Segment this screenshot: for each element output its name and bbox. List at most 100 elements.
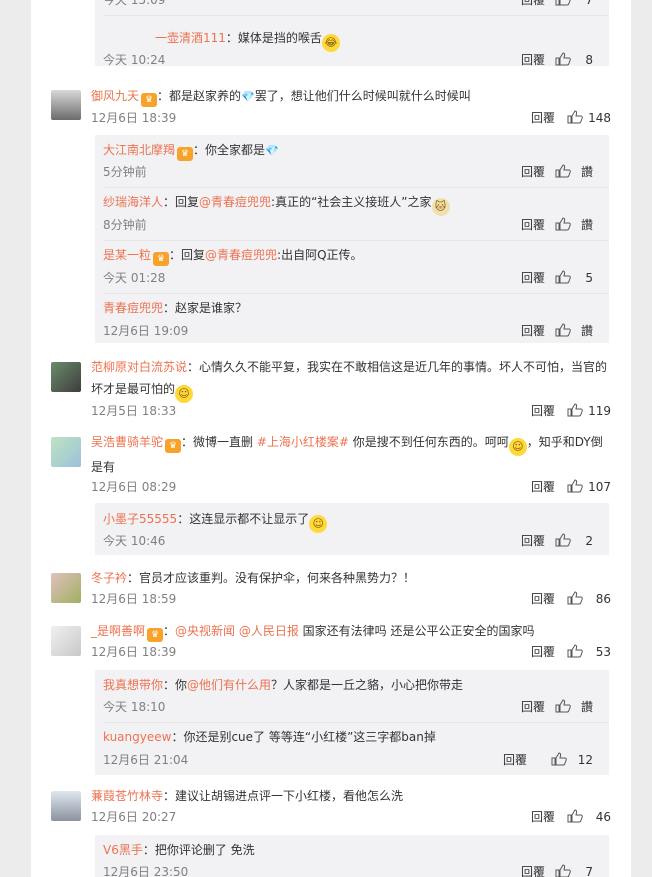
comment-text: 吴浩曹骑羊驼 ♛ ：微博一直删 #上海小红楼案# 你是搜不到任何东西的。呵呵 ☺ ，知乎…	[91, 431, 613, 478]
reply-text: 大江南北摩羯 ♛ ：你全家都是💎	[103, 139, 593, 162]
comment-username[interactable]: 吴浩曹骑羊驼	[91, 435, 163, 449]
reply-username[interactable]: 我真想带你	[103, 678, 163, 692]
reply-prefix: ：你	[163, 678, 188, 692]
comment-username[interactable]: 范柳原对白流苏说	[91, 360, 187, 374]
reply-button[interactable]: 回覆	[521, 216, 545, 234]
comment-content: ：都是赵家养的	[157, 89, 242, 103]
comment-meta: 12月6日 21:04 回覆 12	[103, 751, 593, 769]
like-count: 119	[588, 404, 611, 418]
reply-button[interactable]: 回覆	[531, 808, 555, 826]
reply-username[interactable]: 青春痘兜兜	[103, 301, 163, 315]
comment-time: 12月6日 08:29	[91, 480, 177, 494]
comment-time: 今天 01:28	[103, 271, 166, 285]
avatar[interactable]	[51, 90, 81, 120]
thumbs-up-icon	[555, 217, 571, 231]
reply-button[interactable]: 回覆	[521, 322, 545, 340]
reply-button[interactable]: 回覆	[521, 0, 545, 9]
comment-time: 12月6日 19:09	[103, 324, 189, 338]
vip-badge-icon: ♛	[147, 628, 164, 642]
comment-time: 5分钟前	[103, 165, 147, 179]
comment-username[interactable]: _是啊善啊	[91, 624, 145, 638]
reply-content: ？人家都是一丘之貉，小心把你带走	[271, 678, 464, 692]
reply-content: ：赵家是谁家？	[163, 301, 248, 315]
comment-username[interactable]: 御风九天	[91, 89, 139, 103]
reply-button[interactable]: 回覆	[521, 51, 545, 69]
comment-meta: 12月6日 20:27 回覆 46	[91, 808, 611, 826]
avatar[interactable]	[51, 573, 81, 603]
reply-button[interactable]: 回覆	[521, 269, 545, 287]
like-count: 46	[595, 810, 611, 824]
like-count: 86	[595, 592, 611, 606]
comment-meta: 12月6日 08:29 回覆 107	[91, 478, 611, 496]
comment-time: 12月6日 18:39	[91, 111, 177, 125]
reply-button[interactable]: 回覆	[531, 402, 555, 420]
reply-block: 大江南北摩羯 ♛ ：你全家都是💎 5分钟前 回覆 讚 纱瑞海洋人：回复@青春痘兜兜:…	[95, 135, 609, 343]
comment-content: ：官员才应该重判。没有保护伞，何来各种黑势力？！	[127, 571, 416, 585]
reply-button[interactable]: 回覆	[531, 590, 555, 608]
topic-link[interactable]: #上海小红楼案#	[257, 435, 349, 449]
smile-emoji-icon: ☺	[309, 515, 328, 533]
cat-emoji-icon: 🐱	[431, 198, 450, 216]
comment-time: 12月6日 23:50	[103, 865, 189, 877]
thumbs-up-icon	[555, 699, 571, 713]
thumbs-up-icon	[567, 479, 583, 493]
reply-button[interactable]: 回覆	[531, 478, 555, 496]
reply-content: ：把你评论删了 免洗	[142, 843, 255, 857]
comment-text: 蒹葭苍竹林寺：建议让胡锡进点评一下小红楼，看他怎么洗	[91, 785, 613, 807]
comment-time: 今天 10:24	[103, 53, 166, 67]
comment-time: 今天 10:46	[103, 534, 166, 548]
reply-button[interactable]: 回覆	[531, 643, 555, 661]
comment-time: 今天 18:10	[103, 700, 166, 714]
mention-link[interactable]: @青春痘兜兜	[205, 248, 277, 262]
like-count: 讚	[580, 700, 593, 714]
reply-username[interactable]: kuangyeew	[103, 730, 171, 744]
like-count: 讚	[580, 218, 593, 232]
reply-button[interactable]: 回覆	[521, 863, 545, 877]
comment-prefix: ：	[163, 624, 176, 638]
comment-text: 冬子衿：官员才应该重判。没有保护伞，何来各种黑势力？！	[91, 567, 613, 589]
avatar[interactable]	[51, 362, 81, 392]
reply-username[interactable]: 纱瑞海洋人	[103, 195, 163, 209]
comment-time: 12月6日 18:39	[91, 645, 177, 659]
avatar[interactable]	[51, 791, 81, 821]
mention-link[interactable]: @他们有什么用	[187, 678, 271, 692]
reply-content: :出自阿Q正传。	[277, 248, 363, 262]
reply-button[interactable]: 回覆	[521, 532, 545, 550]
comment-text: 御风九天 ♛ ：都是赵家养的💎罢了，想让他们什么时候叫就什么时候叫	[91, 85, 613, 108]
reply-username[interactable]: 大江南北摩羯	[103, 143, 175, 157]
reply-username[interactable]: 小墨子55555	[103, 512, 177, 526]
comment-meta: 8分钟前 回覆 讚	[103, 216, 593, 234]
diamond-emoji-icon: 💎	[241, 90, 255, 103]
reply-button[interactable]: 回覆	[521, 163, 545, 181]
thumbs-up-icon	[567, 110, 583, 124]
smile-emoji-icon: ☺	[508, 438, 527, 456]
like-count: 8	[585, 53, 593, 67]
reply-username[interactable]: V6黑手	[103, 843, 143, 857]
reply-text: 一壶清酒111：媒体是挡的喉舌 😂	[155, 27, 631, 52]
reply-button[interactable]: 回覆	[521, 698, 545, 716]
reply-username[interactable]: 是某一粒	[103, 248, 151, 262]
comment-username[interactable]: 冬子衿	[91, 571, 127, 585]
avatar[interactable]	[51, 626, 81, 656]
comment-time: 12月6日 20:27	[91, 810, 177, 824]
laugh-emoji-icon: 😂	[321, 34, 340, 52]
comment-username[interactable]: 蒹葭苍竹林寺	[91, 789, 163, 803]
divider	[103, 293, 609, 294]
divider	[103, 187, 609, 188]
mention-link[interactable]: @央视新闻 @人民日报	[175, 624, 299, 638]
like-count: 148	[588, 111, 611, 125]
comment-time: 12月5日 18:33	[91, 404, 177, 418]
avatar[interactable]	[51, 437, 81, 467]
reply-button[interactable]: 回覆	[531, 109, 555, 127]
like-count: 7	[585, 0, 593, 7]
smile-emoji-icon: ☺	[175, 385, 194, 403]
thumbs-up-icon	[567, 644, 583, 658]
reply-content: ：这连显示都不让显示了	[177, 512, 310, 526]
comment-content: ：建议让胡锡进点评一下小红楼，看他怎么洗	[163, 789, 404, 803]
reply-content: ：媒体是挡的喉舌	[225, 31, 322, 45]
reply-block: V6黑手：把你评论删了 免洗 12月6日 23:50 回覆 7	[95, 835, 609, 877]
mention-link[interactable]: @青春痘兜兜	[199, 195, 271, 209]
reply-username[interactable]: 一壶清酒111	[155, 31, 226, 45]
reply-button[interactable]: 回覆	[503, 751, 527, 769]
comment-time: 今天 15:09	[103, 0, 166, 7]
